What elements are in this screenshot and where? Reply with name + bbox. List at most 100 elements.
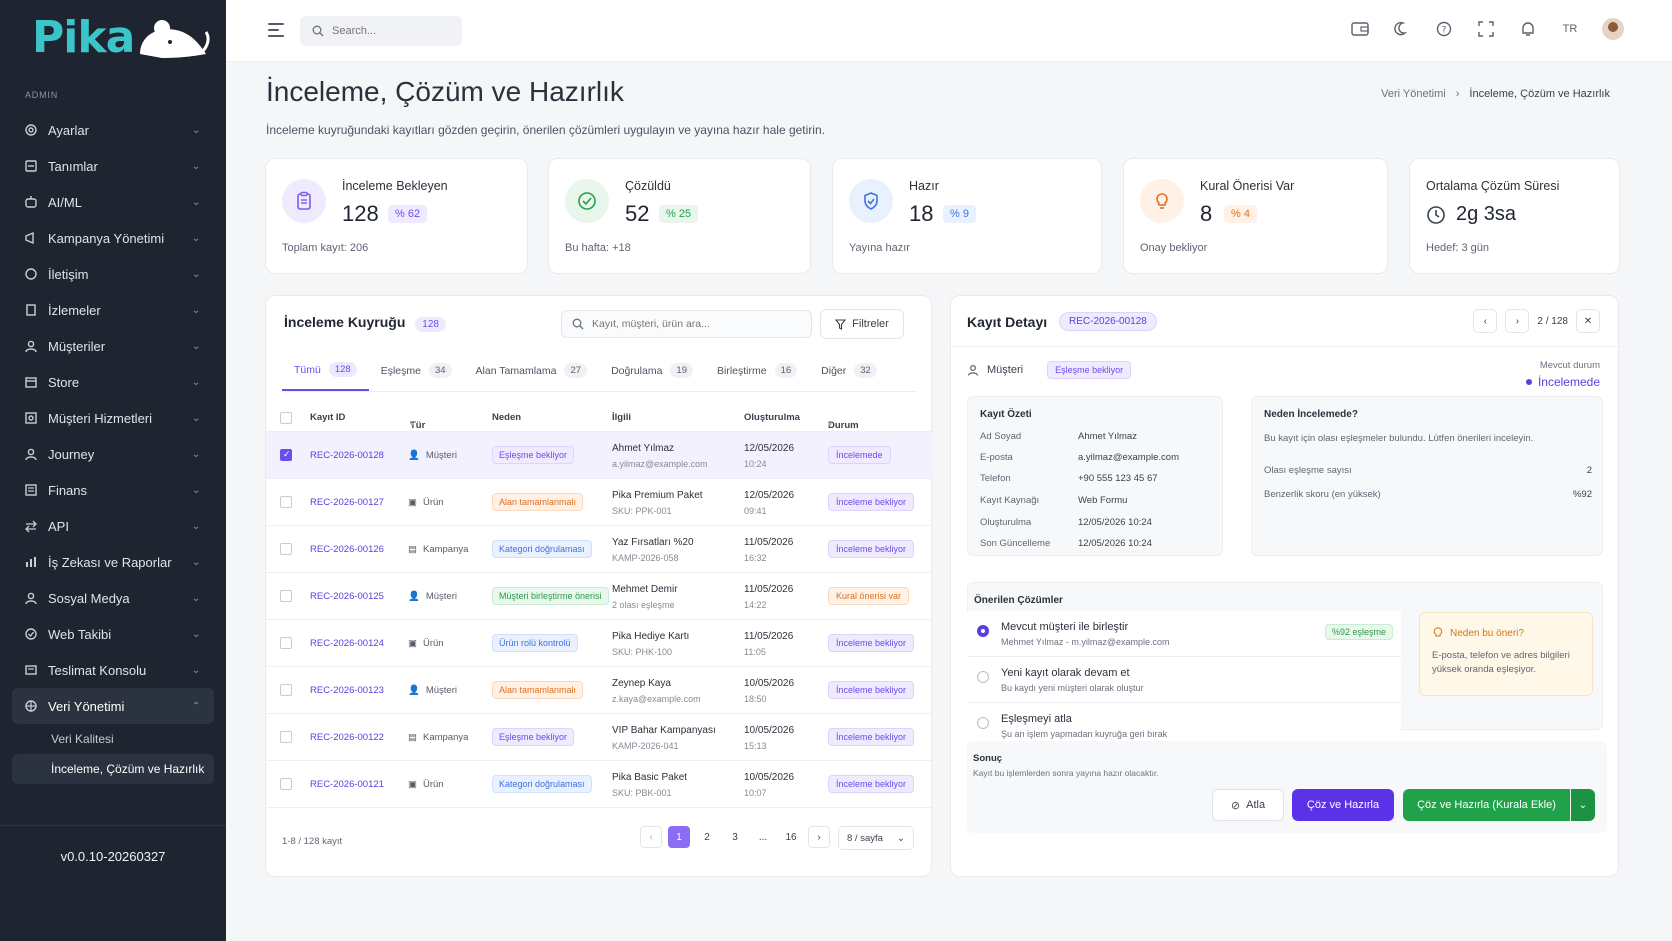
row-checkbox[interactable] <box>280 684 292 696</box>
chevron-down-icon[interactable]: ⌄ <box>1571 789 1595 821</box>
fullscreen-icon[interactable] <box>1476 19 1496 39</box>
global-search-input[interactable] <box>332 25 442 37</box>
user-icon: 👤 <box>408 685 420 696</box>
filter-button[interactable]: Filtreler <box>820 309 904 339</box>
menu-toggle-icon[interactable] <box>268 23 284 37</box>
row-checkbox[interactable] <box>280 731 292 743</box>
table-row[interactable]: REC-2026-00128 👤Müşteri Eşleşme bekliyor… <box>266 432 933 479</box>
sidebar-item-sosyal-medya[interactable]: Sosyal Medya ⌄ <box>12 580 214 616</box>
tab-validation[interactable]: Doğrulama 19 <box>599 350 705 391</box>
record-id-link[interactable]: REC-2026-00125 <box>310 591 384 602</box>
help-icon[interactable]: ? <box>1434 19 1454 39</box>
close-icon[interactable]: ✕ <box>1576 309 1600 333</box>
record-id-link[interactable]: REC-2026-00123 <box>310 685 384 696</box>
record-id-link[interactable]: REC-2026-00126 <box>310 544 384 555</box>
row-checkbox[interactable] <box>280 778 292 790</box>
lightbulb-icon <box>1140 179 1184 223</box>
sidebar-item-tanimlar[interactable]: Tanımlar ⌄ <box>12 148 214 184</box>
sidebar-item-musteri-hizmetleri[interactable]: Müşteri Hizmetleri ⌄ <box>12 400 214 436</box>
bell-icon[interactable] <box>1518 19 1538 39</box>
row-checkbox[interactable] <box>280 637 292 649</box>
solution-option-new[interactable]: Yeni kayıt olarak devam et Bu kaydı yeni… <box>967 657 1401 703</box>
row-checkbox[interactable] <box>280 496 292 508</box>
record-id-link[interactable]: REC-2026-00121 <box>310 779 384 790</box>
resolve-prepare-button[interactable]: Çöz ve Hazırla <box>1292 789 1394 821</box>
sidebar-item-api[interactable]: API ⌄ <box>12 508 214 544</box>
tab-field-completion[interactable]: Alan Tamamlama 27 <box>464 350 600 391</box>
language-switch[interactable]: TR <box>1560 19 1580 39</box>
sidebar-item-iletisim[interactable]: İletişim ⌄ <box>12 256 214 292</box>
shield-check-icon <box>849 179 893 223</box>
record-summary-box: Kayıt Özeti Ad Soyad Ahmet Yılmaz E-posta… <box>967 396 1223 556</box>
row-checkbox[interactable] <box>280 543 292 555</box>
select-all-checkbox[interactable] <box>280 412 292 424</box>
table-row[interactable]: REC-2026-00126 ▤ Kampanya Kategori doğrul… <box>266 526 933 573</box>
next-page-button[interactable]: › <box>808 826 830 848</box>
sidebar-item-web-takibi[interactable]: Web Takibi ⌄ <box>12 616 214 652</box>
page-button[interactable]: 3 <box>724 826 746 848</box>
tab-all[interactable]: Tümü 128 <box>282 350 369 391</box>
solution-radio[interactable] <box>977 717 989 729</box>
row-checkbox[interactable] <box>280 590 292 602</box>
table-row[interactable]: REC-2026-00122 ▤ Kampanya Eşleşme bekliyo… <box>266 714 933 761</box>
prev-page-button[interactable]: ‹ <box>640 826 662 848</box>
solution-option-merge[interactable]: Mevcut müşteri ile birleştir Mehmet Yılm… <box>967 611 1401 657</box>
chart-icon <box>24 555 38 569</box>
sidebar-item-journey[interactable]: Journey ⌄ <box>12 436 214 472</box>
stat-note: Toplam kayıt: 206 <box>282 242 369 254</box>
sidebar-item-aiml[interactable]: AI/ML ⌄ <box>12 184 214 220</box>
sidebar-item-store[interactable]: Store ⌄ <box>12 364 214 400</box>
record-id-link[interactable]: REC-2026-00124 <box>310 638 384 649</box>
column-header[interactable]: Oluşturulma <box>744 412 800 423</box>
sidebar-item-veri-yonetimi[interactable]: Veri Yönetimi ⌃ <box>12 688 214 724</box>
per-page-select[interactable]: 8 / sayfa ⌄ <box>838 826 914 850</box>
wallet-icon[interactable] <box>1350 19 1370 39</box>
table-row[interactable]: REC-2026-00121 ▣ Ürün Kategori doğrulamas… <box>266 761 933 808</box>
sidebar-item-teslimat[interactable]: Teslimat Konsolu ⌄ <box>12 652 214 688</box>
resolve-prepare-rule-button[interactable]: Çöz ve Hazırla (Kurala Ekle) <box>1403 789 1570 821</box>
sidebar-item-finans[interactable]: Finans ⌄ <box>12 472 214 508</box>
sidebar-item-ayarlar[interactable]: Ayarlar ⌄ <box>12 112 214 148</box>
record-id-link[interactable]: REC-2026-00127 <box>310 497 384 508</box>
global-search[interactable] <box>300 16 462 46</box>
row-checkbox[interactable] <box>280 449 292 461</box>
solution-radio[interactable] <box>977 671 989 683</box>
sidebar-item-is-zekasi[interactable]: İş Zekası ve Raporlar ⌄ <box>12 544 214 580</box>
top-actions: ? TR <box>1350 18 1624 40</box>
page-button[interactable]: 1 <box>668 826 690 848</box>
table-row[interactable]: REC-2026-00124 ▣ Ürün Ürün rolü kontrolü … <box>266 620 933 667</box>
chevron-down-icon: ⌄ <box>192 520 201 532</box>
sidebar-item-musteriler[interactable]: Müşteriler ⌄ <box>12 328 214 364</box>
breadcrumb-item[interactable]: Veri Yönetimi <box>1381 88 1446 100</box>
tab-merge[interactable]: Birleştirme 16 <box>705 350 809 391</box>
finance-icon <box>24 483 38 497</box>
reason-badge: Müşteri birleştirme önerisi <box>492 587 609 605</box>
column-header[interactable]: İlgili <box>612 412 631 423</box>
table-row[interactable]: REC-2026-00125 👤 Müşteri Müşteri birleşti… <box>266 573 933 620</box>
column-header[interactable]: Neden <box>492 412 521 423</box>
queue-search[interactable] <box>561 310 812 338</box>
page-button[interactable]: 2 <box>696 826 718 848</box>
table-row[interactable]: REC-2026-00127 ▣ Ürün Alan tamamlanmalı P… <box>266 479 933 526</box>
sidebar-subitem-veri-kalitesi[interactable]: Veri Kalitesi <box>12 724 214 754</box>
user-avatar[interactable] <box>1602 18 1624 40</box>
sidebar-subitem-inceleme[interactable]: İnceleme, Çözüm ve Hazırlık <box>12 754 214 784</box>
solution-radio[interactable] <box>977 625 989 637</box>
column-header[interactable]: Kayıt ID <box>310 412 345 423</box>
skip-button[interactable]: ⊘ Atla <box>1212 789 1284 821</box>
chevron-down-icon: ⌄ <box>192 124 201 136</box>
pika-logo[interactable]: Pika <box>32 12 210 64</box>
page-button[interactable]: 16 <box>780 826 802 848</box>
record-id-link[interactable]: REC-2026-00122 <box>310 732 384 743</box>
queue-search-input[interactable] <box>592 318 792 330</box>
table-row[interactable]: REC-2026-00123 👤 Müşteri Alan tamamlanmal… <box>266 667 933 714</box>
record-id-link[interactable]: REC-2026-00128 <box>310 450 384 461</box>
reason-badge: Eşleşme bekliyor <box>492 728 575 746</box>
tab-other[interactable]: Diğer 32 <box>809 350 889 391</box>
prev-record-button[interactable]: ‹ <box>1473 309 1498 333</box>
next-record-button[interactable]: › <box>1505 309 1530 333</box>
moon-icon[interactable] <box>1392 19 1412 39</box>
sidebar-item-izlemeler[interactable]: İzlemeler ⌄ <box>12 292 214 328</box>
sidebar-item-kampanya[interactable]: Kampanya Yönetimi ⌄ <box>12 220 214 256</box>
tab-match[interactable]: Eşleşme 34 <box>369 350 464 391</box>
